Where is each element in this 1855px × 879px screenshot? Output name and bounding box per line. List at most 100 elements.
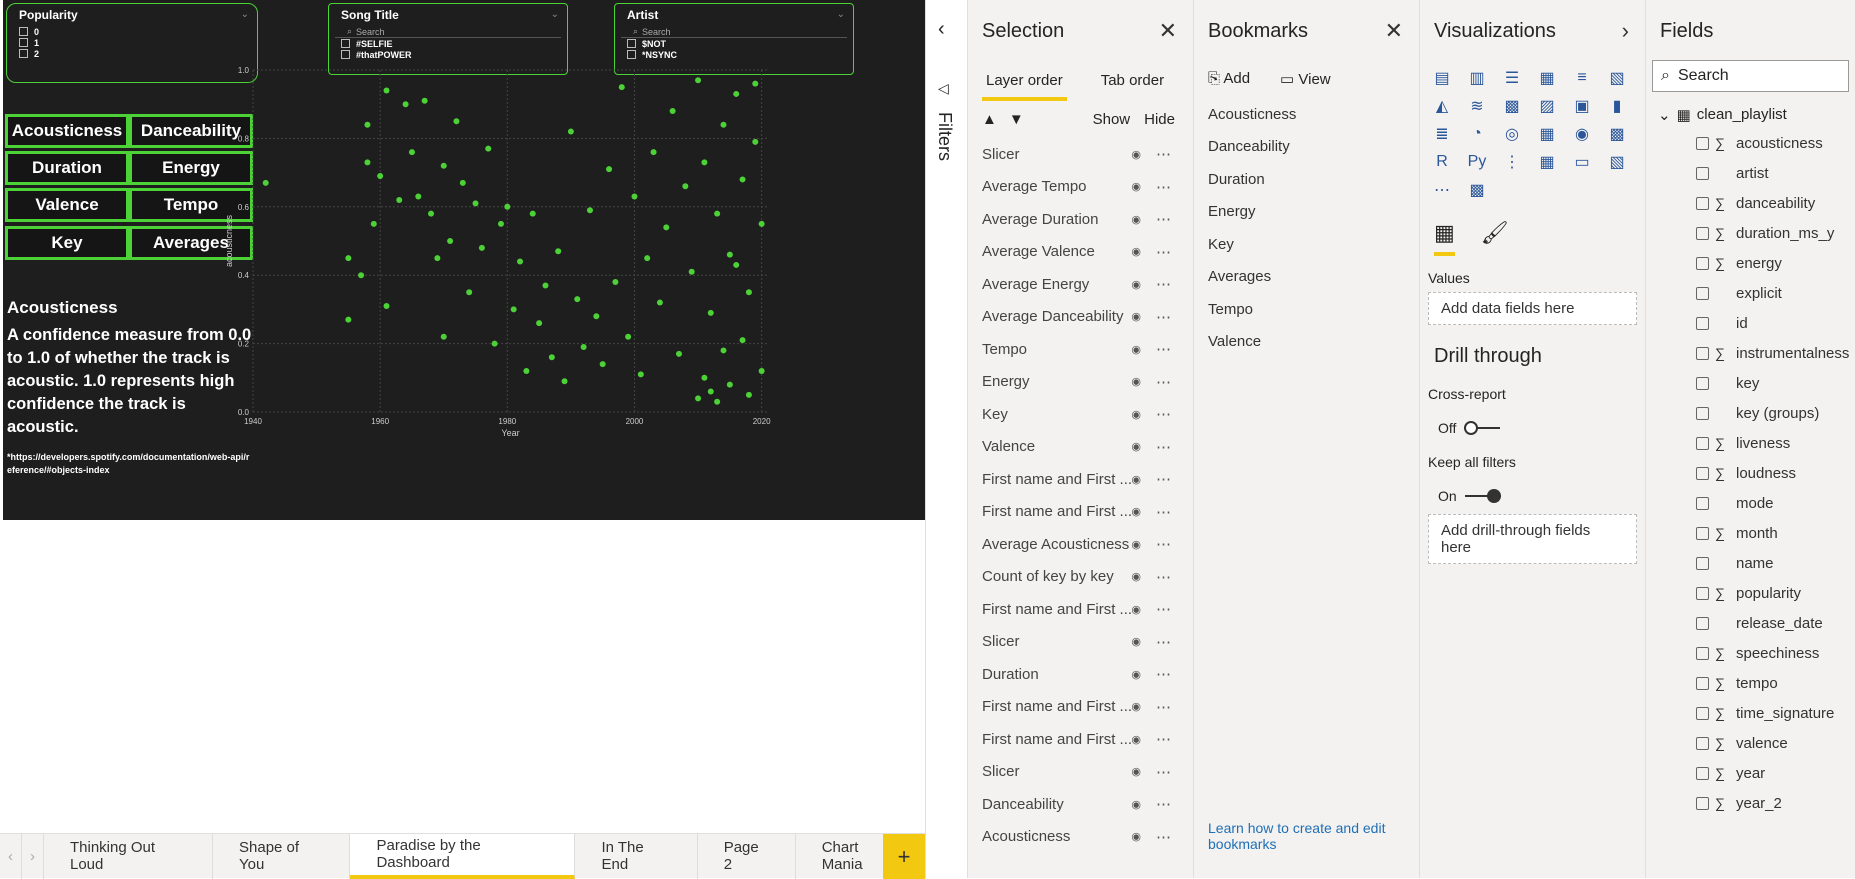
tab-page-2[interactable]: Page 2 (698, 833, 796, 879)
more-options-icon[interactable]: ⋯ (1156, 275, 1171, 293)
layer-item[interactable]: Energy ◉ ⋯ (968, 366, 1193, 399)
field-checkbox[interactable] (1696, 556, 1709, 570)
field-checkbox[interactable] (1696, 526, 1709, 540)
field-item[interactable]: ∑ tempo (1646, 668, 1855, 698)
visual-type-icon[interactable]: ⋯ (1430, 178, 1454, 202)
field-checkbox[interactable] (1696, 586, 1709, 600)
visual-type-icon[interactable]: ▧ (1605, 66, 1629, 90)
visual-type-icon[interactable]: ▮ (1605, 94, 1629, 118)
field-checkbox[interactable] (1696, 166, 1709, 180)
cross-report-toggle[interactable]: Off (1420, 410, 1645, 446)
field-item[interactable]: ∑ speechiness (1646, 638, 1855, 668)
field-checkbox[interactable] (1696, 406, 1709, 420)
tab-paradise[interactable]: Paradise by the Dashboard (350, 833, 576, 879)
layer-item[interactable]: First name and First ... ◉ ⋯ (968, 691, 1193, 724)
visibility-icon[interactable]: ◉ (1131, 603, 1141, 616)
field-checkbox[interactable] (1696, 286, 1709, 300)
more-options-icon[interactable]: ⋯ (1156, 405, 1171, 423)
field-checkbox[interactable] (1696, 736, 1709, 750)
visual-type-icon[interactable]: ◔ (1465, 122, 1489, 146)
more-options-icon[interactable]: ⋯ (1156, 438, 1171, 456)
close-icon[interactable]: ✕ (1159, 18, 1177, 44)
visibility-icon[interactable]: ◉ (1131, 733, 1141, 746)
more-options-icon[interactable]: ⋯ (1156, 730, 1171, 748)
tab-thinking-out-loud[interactable]: Thinking Out Loud (44, 833, 213, 879)
layer-item[interactable]: Tempo ◉ ⋯ (968, 333, 1193, 366)
visual-type-icon[interactable]: ▧ (1605, 150, 1629, 174)
more-options-icon[interactable]: ⋯ (1156, 145, 1171, 163)
layer-item[interactable]: Danceability ◉ ⋯ (968, 788, 1193, 821)
field-checkbox[interactable] (1696, 646, 1709, 660)
field-checkbox[interactable] (1696, 376, 1709, 390)
layer-item[interactable]: First name and First ... ◉ ⋯ (968, 496, 1193, 529)
field-item[interactable]: artist (1646, 158, 1855, 188)
field-item[interactable]: ∑ valence (1646, 728, 1855, 758)
more-options-icon[interactable]: ⋯ (1156, 568, 1171, 586)
visual-type-icon[interactable]: ◉ (1570, 122, 1594, 146)
layer-item[interactable]: First name and First ... ◉ ⋯ (968, 463, 1193, 496)
field-checkbox[interactable] (1696, 226, 1709, 240)
bookmark-item[interactable]: Duration (1194, 163, 1419, 196)
bookmark-item[interactable]: Averages (1194, 261, 1419, 294)
layer-item[interactable]: Count of key by key ◉ ⋯ (968, 561, 1193, 594)
visibility-icon[interactable]: ◉ (1131, 635, 1141, 648)
visibility-icon[interactable]: ◉ (1131, 148, 1141, 161)
add-data-fields-well[interactable]: Add data fields here (1428, 292, 1637, 325)
field-item[interactable]: ∑ popularity (1646, 578, 1855, 608)
add-page-button[interactable]: + (883, 834, 925, 879)
more-options-icon[interactable]: ⋯ (1156, 243, 1171, 261)
fields-tab-icon[interactable]: ▦ (1434, 220, 1455, 256)
visibility-icon[interactable]: ◉ (1131, 180, 1141, 193)
field-item[interactable]: mode (1646, 488, 1855, 518)
visual-type-icon[interactable]: ▩ (1465, 178, 1489, 202)
more-options-icon[interactable]: ⋯ (1156, 795, 1171, 813)
more-options-icon[interactable]: ⋯ (1156, 503, 1171, 521)
prev-page-arrow[interactable]: ‹ (0, 833, 22, 879)
field-item[interactable]: ∑ year_2 (1646, 788, 1855, 818)
visual-type-icon[interactable]: ▦ (1535, 122, 1559, 146)
tab-layer-order[interactable]: Layer order (982, 60, 1067, 101)
field-item[interactable]: ∑ duration_ms_y (1646, 218, 1855, 248)
layer-item[interactable]: Slicer ◉ ⋯ (968, 626, 1193, 659)
format-brush-icon[interactable]: 🖌 (1481, 220, 1509, 256)
layer-item[interactable]: Slicer ◉ ⋯ (968, 756, 1193, 789)
bookmarks-help-link[interactable]: Learn how to create and edit bookmarks (1208, 820, 1408, 852)
field-item[interactable]: ∑ month (1646, 518, 1855, 548)
more-options-icon[interactable]: ⋯ (1156, 698, 1171, 716)
tab-shape-of-you[interactable]: Shape of You (213, 833, 351, 879)
visibility-icon[interactable]: ◉ (1131, 765, 1141, 778)
visibility-icon[interactable]: ◉ (1131, 213, 1141, 226)
field-checkbox[interactable] (1696, 346, 1709, 360)
layer-item[interactable]: Key ◉ ⋯ (968, 398, 1193, 431)
visibility-icon[interactable]: ◉ (1131, 570, 1141, 583)
field-checkbox[interactable] (1696, 766, 1709, 780)
more-options-icon[interactable]: ⋯ (1156, 373, 1171, 391)
layer-item[interactable]: Valence ◉ ⋯ (968, 431, 1193, 464)
visual-type-icon[interactable]: ▨ (1535, 94, 1559, 118)
more-options-icon[interactable]: ⋯ (1156, 340, 1171, 358)
visibility-icon[interactable]: ◉ (1131, 830, 1141, 843)
visibility-icon[interactable]: ◉ (1131, 798, 1141, 811)
field-item[interactable]: key (1646, 368, 1855, 398)
visibility-icon[interactable]: ◉ (1131, 668, 1141, 681)
visual-type-icon[interactable]: ▩ (1500, 94, 1524, 118)
more-options-icon[interactable]: ⋯ (1156, 210, 1171, 228)
bookmark-item[interactable]: Valence (1194, 326, 1419, 359)
field-checkbox[interactable] (1696, 616, 1709, 630)
visual-type-icon[interactable]: ▤ (1430, 66, 1454, 90)
close-icon[interactable]: ✕ (1385, 18, 1403, 44)
show-button[interactable]: Show (1093, 111, 1131, 128)
next-page-arrow[interactable]: › (22, 833, 44, 879)
bookmark-item[interactable]: Energy (1194, 196, 1419, 229)
view-bookmark-button[interactable]: ▭ View (1280, 70, 1331, 88)
bookmark-item[interactable]: Acousticness (1194, 98, 1419, 131)
layer-item[interactable]: First name and First ... ◉ ⋯ (968, 593, 1193, 626)
visual-type-icon[interactable]: R (1430, 150, 1454, 174)
visibility-icon[interactable]: ◉ (1131, 278, 1141, 291)
chevron-left-icon[interactable]: ‹ (938, 18, 945, 41)
more-options-icon[interactable]: ⋯ (1156, 665, 1171, 683)
visual-type-icon[interactable]: ⋮ (1500, 150, 1524, 174)
fields-search[interactable]: ⌕ Search (1652, 60, 1849, 92)
visual-type-icon[interactable]: Py (1465, 150, 1489, 174)
visual-type-icon[interactable]: ≋ (1465, 94, 1489, 118)
